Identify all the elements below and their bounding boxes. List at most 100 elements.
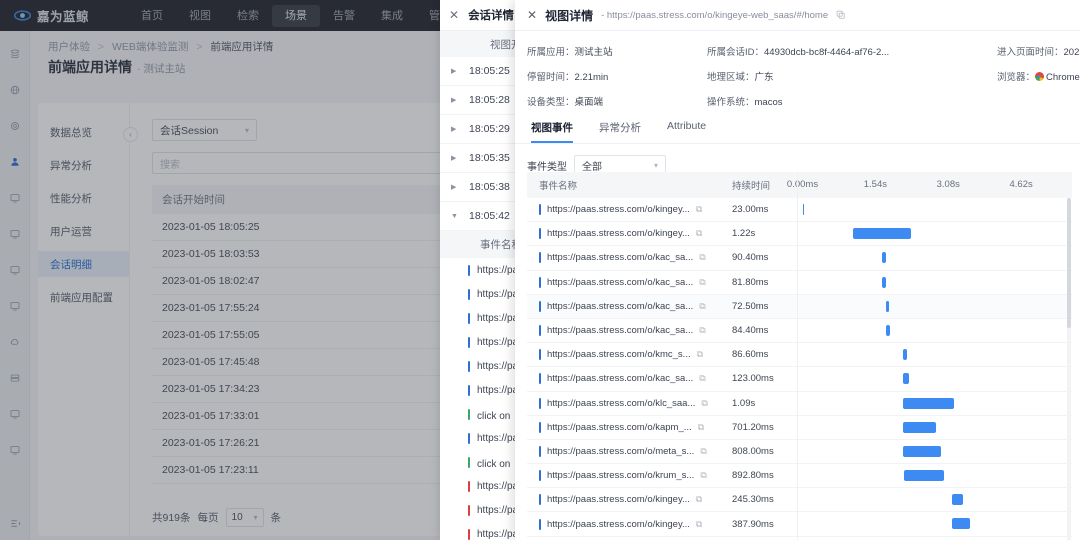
timeline-bar[interactable]: [951, 494, 964, 506]
timeline-bar[interactable]: [853, 228, 912, 240]
event-duration: 808.00ms: [732, 445, 774, 457]
timeline-scrollbar-thumb[interactable]: [1067, 198, 1071, 328]
timeline-row[interactable]: https://paas.stress.com/o/kingey... ⧉ 245…: [527, 488, 1072, 513]
event-type-bar-icon: [468, 456, 470, 468]
tab-anomaly-analysis[interactable]: 异常分析: [599, 120, 641, 143]
view-start-time: 18:05:28: [469, 94, 510, 106]
view-start-time: 18:05:42: [469, 210, 510, 222]
chevron-right-icon[interactable]: ▶: [451, 183, 459, 191]
timeline-track: [797, 464, 1072, 488]
meta-browser: 浏览器： Chrome: [997, 69, 1080, 83]
event-type-bar-icon: [539, 276, 541, 288]
meta-os-value: macos: [754, 97, 783, 108]
timeline-bar[interactable]: [904, 470, 945, 482]
event-type-bar-icon: [468, 360, 470, 372]
timeline-bar[interactable]: [802, 204, 805, 215]
copy-icon[interactable]: ⧉: [699, 301, 705, 312]
event-name: https://paas.stress.com/o/kapm_...: [547, 421, 692, 433]
event-type-bar-icon: [468, 528, 470, 540]
copy-icon[interactable]: ⧉: [701, 398, 707, 409]
timeline-bar[interactable]: [881, 276, 886, 288]
view-drawer-title: 视图详情: [545, 8, 594, 23]
event-timeline: 事件名称 持续时间 0.00ms 1.54s 3.08s 4.62s 6.16s…: [527, 172, 1080, 540]
event-type-bar-icon: [468, 432, 470, 444]
event-type-bar-icon: [468, 384, 470, 396]
event-name: https://paas.stress.com/o/kac_sa...: [547, 252, 694, 264]
timeline-row[interactable]: https://paas.stress.com/o/krum_s... ⧉ 892…: [527, 464, 1072, 489]
meta-region: 地理区域：广东: [707, 69, 997, 83]
tab-view-events[interactable]: 视图事件: [531, 120, 573, 143]
meta-region-value: 广东: [754, 72, 774, 83]
timeline-row[interactable]: https://paas.stress.com/o/kapm_... ⧉ 701.…: [527, 416, 1072, 440]
timeline-row[interactable]: https://paas.stress.com/o/klc_saa... ⧉ 1.…: [527, 392, 1072, 416]
meta-empty: [997, 94, 1080, 108]
timeline-track: [797, 198, 1072, 222]
copy-icon[interactable]: ⧉: [699, 252, 705, 263]
timeline-row[interactable]: https://paas.stress.com/o/kmc_s... ⧉ 86.6…: [527, 343, 1072, 368]
meta-stay-time-key: 停留时间：: [527, 72, 575, 83]
event-type-bar-icon: [539, 445, 541, 457]
timeline-row[interactable]: https://paas.stress.com/o/kingey... ⧉ 387…: [527, 512, 1072, 537]
timeline-bar[interactable]: [903, 421, 937, 433]
timeline-row[interactable]: https://paas.stress.com/o/kingey... ⧉ 1.2…: [527, 222, 1072, 247]
copy-icon[interactable]: ⧉: [696, 494, 702, 505]
copy-icon[interactable]: ⧉: [696, 519, 702, 530]
timeline-bar[interactable]: [903, 445, 942, 457]
meta-enter-time-value: 2023-01-05 18:05:25: [1063, 47, 1080, 58]
timeline-bar[interactable]: [951, 518, 970, 530]
copy-icon[interactable]: ⧉: [697, 349, 703, 360]
chevron-down-icon[interactable]: ▼: [451, 213, 459, 220]
timeline-bar[interactable]: [885, 300, 889, 312]
timeline-bar[interactable]: [903, 397, 955, 409]
timeline-row[interactable]: https://paas.stress.com/o/kac_sa... ⧉ 84.…: [527, 319, 1072, 344]
event-name: https://paas.stress.com/o/kac_sa...: [547, 373, 694, 385]
timeline-axis: 0.00ms 1.54s 3.08s 4.62s 6.16s: [787, 172, 1080, 198]
event-type-bar-icon: [539, 204, 541, 216]
timeline-row[interactable]: https://paas.stress.com/o/kingey... ⧉ 23.…: [527, 198, 1072, 223]
event-name: https://paas.stress.com/o/kac_sa...: [547, 276, 694, 288]
chevron-right-icon[interactable]: ▶: [451, 96, 459, 104]
copy-icon[interactable]: ⧉: [699, 325, 705, 336]
timeline-bar[interactable]: [903, 349, 908, 361]
copy-icon[interactable]: [836, 10, 845, 21]
event-type-bar-icon: [539, 397, 541, 409]
copy-icon[interactable]: ⧉: [699, 373, 705, 384]
chevron-right-icon[interactable]: ▶: [451, 67, 459, 75]
copy-icon[interactable]: ⧉: [696, 204, 702, 215]
event-duration: 23.00ms: [732, 204, 769, 216]
meta-os: 操作系统：macos: [707, 94, 997, 108]
meta-browser-key: 浏览器：: [997, 72, 1036, 83]
copy-icon[interactable]: ⧉: [700, 470, 706, 481]
event-type-bar-icon: [468, 264, 470, 276]
timeline-bar[interactable]: [886, 324, 890, 336]
copy-icon[interactable]: ⧉: [699, 277, 705, 288]
timeline-track: [797, 439, 1072, 463]
timeline-scrollbar-track[interactable]: [1067, 198, 1071, 540]
view-drawer-header: ✕ 视图详情 - https://paas.stress.com/o/kinge…: [515, 0, 1080, 31]
view-detail-drawer: ✕ 视图详情 - https://paas.stress.com/o/kinge…: [515, 0, 1080, 540]
timeline-bar[interactable]: [903, 373, 910, 385]
close-icon[interactable]: ✕: [527, 8, 537, 22]
view-meta-grid: 所属应用：测试主站 所属会话ID：44930dcb-bc8f-4464-af76…: [515, 31, 1080, 108]
close-icon[interactable]: ✕: [449, 8, 459, 22]
event-name: https://paas.stress.com/o/klc_saa...: [547, 397, 696, 409]
tab-attribute[interactable]: Attribute: [667, 120, 706, 143]
copy-icon[interactable]: ⧉: [696, 228, 702, 239]
chevron-right-icon[interactable]: ▶: [451, 125, 459, 133]
timeline-track: [797, 391, 1072, 415]
timeline-row[interactable]: https://paas.stress.com/o/kac_sa... ⧉ 81.…: [527, 271, 1072, 295]
event-type-bar-icon: [539, 300, 541, 312]
event-type-bar-icon: [539, 228, 541, 240]
event-duration: 1.22s: [732, 228, 756, 240]
copy-icon[interactable]: ⧉: [698, 422, 704, 433]
copy-icon[interactable]: ⧉: [700, 446, 706, 457]
event-name: https://paas.stress.com/o/kingey...: [547, 518, 690, 530]
timeline-row[interactable]: https://paas.stress.com/o/kac_sa... ⧉ 90.…: [527, 246, 1072, 271]
timeline-row[interactable]: https://paas.stress.com/o/meta_s... ⧉ 808…: [527, 439, 1072, 465]
timeline-row[interactable]: https://paas.stress.com/o/kac_sa... ⧉ 72.…: [527, 294, 1072, 319]
event-name: https://paas.stress.com/o/krum_s...: [547, 470, 695, 482]
timeline-bar[interactable]: [881, 252, 887, 264]
event-type-bar-icon: [539, 373, 541, 385]
chevron-right-icon[interactable]: ▶: [451, 154, 459, 162]
timeline-row[interactable]: https://paas.stress.com/o/kac_sa... ⧉ 123…: [527, 367, 1072, 392]
